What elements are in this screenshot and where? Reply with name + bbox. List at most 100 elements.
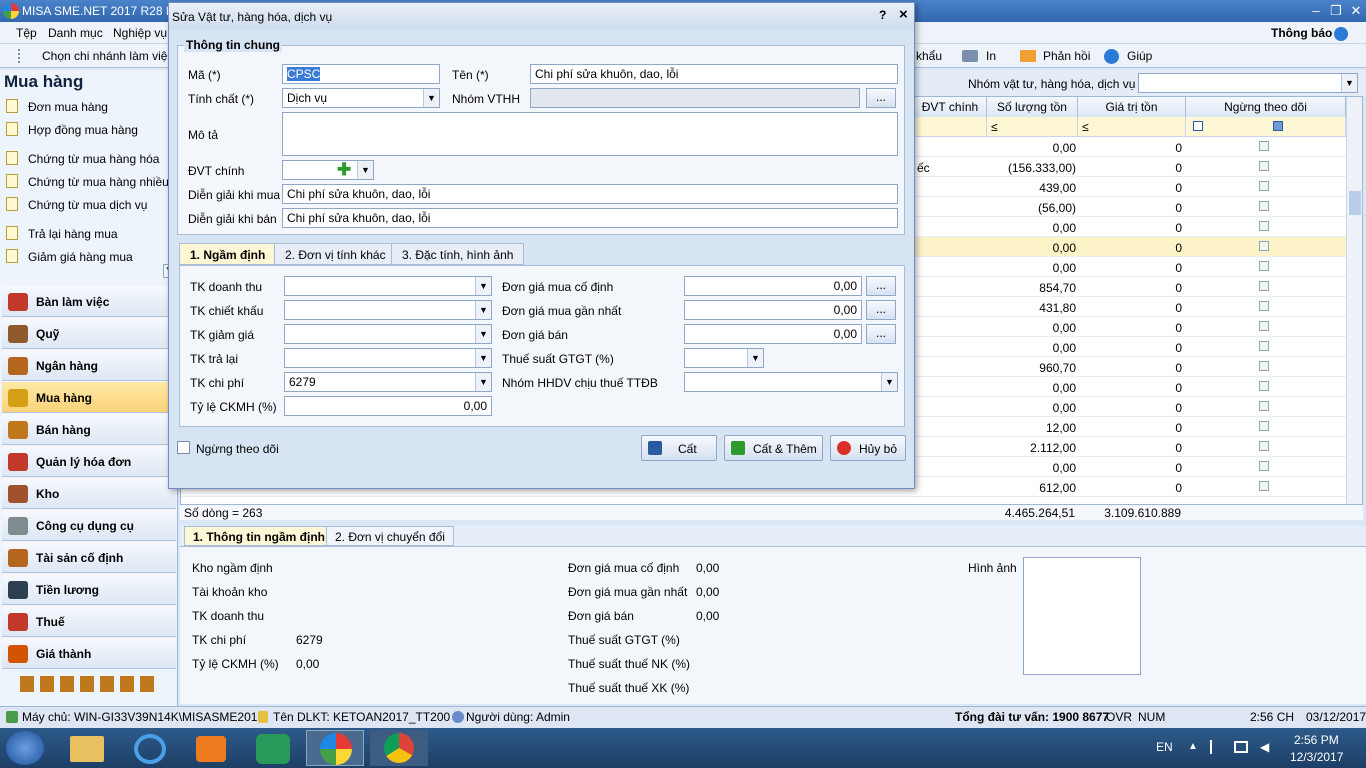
col-header-inactive[interactable]: Ngừng theo dõi [1186, 97, 1346, 117]
language-indicator[interactable]: EN [1156, 740, 1173, 754]
chevron-down-icon[interactable]: ▼ [1341, 74, 1357, 92]
sidebar-item-service-voucher[interactable]: Chứng từ mua dịch vụ [6, 194, 166, 216]
feedback-button[interactable]: Phản hồi [1043, 49, 1090, 63]
module-costing[interactable]: Giá thành [2, 638, 176, 669]
chevron-down-icon[interactable]: ▼ [423, 89, 439, 107]
tab-attributes-images[interactable]: 3. Đặc tính, hình ảnh [391, 243, 525, 265]
help-icon[interactable]: ? [879, 8, 886, 22]
print-button[interactable]: In [986, 49, 996, 63]
reduction-account-select[interactable]: ▼ [284, 324, 492, 344]
code-input[interactable]: CPSC [282, 64, 440, 84]
inactive-checkbox[interactable] [1259, 421, 1269, 431]
stop-tracking-checkbox[interactable] [177, 441, 190, 454]
chevron-down-icon[interactable]: ▼ [357, 161, 373, 179]
module-sales[interactable]: Bán hàng [2, 414, 176, 445]
module-bank[interactable]: Ngân hàng [2, 350, 176, 381]
file-explorer-icon[interactable] [70, 736, 104, 762]
unit-select[interactable]: ✚ ▼ [282, 160, 374, 180]
inactive-checkbox[interactable] [1259, 281, 1269, 291]
chrome-task-button[interactable] [370, 730, 428, 766]
flag-icon[interactable] [1210, 740, 1222, 754]
inactive-checkbox[interactable] [1259, 361, 1269, 371]
module-dashboard[interactable]: Bàn làm việc [2, 286, 176, 317]
fixed-price-input[interactable]: 0,00 [684, 276, 862, 296]
tab-other-units[interactable]: 2. Đơn vị tính khác [274, 243, 397, 265]
media-player-icon[interactable] [196, 736, 226, 762]
restore-icon[interactable]: ❐ [1326, 3, 1346, 19]
add-unit-icon[interactable]: ✚ [337, 161, 351, 178]
chevron-down-icon[interactable]: ▼ [475, 325, 491, 343]
filter-unit[interactable] [914, 117, 987, 137]
return-account-select[interactable]: ▼ [284, 348, 492, 368]
sell-price-input[interactable]: 0,00 [684, 324, 862, 344]
sidebar-item-multi-voucher[interactable]: Chứng từ mua hàng nhiều... [6, 171, 179, 193]
module-cash[interactable]: Quỹ [2, 318, 176, 349]
inactive-checkbox[interactable] [1259, 201, 1269, 211]
inactive-checkbox[interactable] [1259, 381, 1269, 391]
inactive-checkbox[interactable] [1259, 461, 1269, 471]
chevron-down-icon[interactable]: ▼ [475, 277, 491, 295]
inactive-checkbox[interactable] [1259, 141, 1269, 151]
chevron-down-icon[interactable]: ▼ [475, 349, 491, 367]
tab-default-info[interactable]: 1. Thông tin ngầm định [184, 526, 334, 546]
notification-icon[interactable] [1334, 27, 1348, 41]
cancel-button[interactable]: Hủy bỏ [830, 435, 906, 461]
inactive-checkbox[interactable] [1259, 341, 1269, 351]
filter-checkbox[interactable] [1193, 121, 1203, 131]
inactive-checkbox[interactable] [1259, 321, 1269, 331]
last-price-browse-button[interactable]: ... [866, 300, 896, 320]
last-price-input[interactable]: 0,00 [684, 300, 862, 320]
filter-value[interactable]: ≤ [1078, 117, 1186, 137]
module-purchase[interactable]: Mua hàng [2, 382, 176, 413]
save-and-add-button[interactable]: Cất & Thêm [724, 435, 823, 461]
help-button[interactable]: Giúp [1127, 49, 1152, 63]
close-icon[interactable]: × [899, 6, 908, 23]
discount-account-select[interactable]: ▼ [284, 300, 492, 320]
menu-catalog[interactable]: Danh mục [48, 26, 103, 40]
save-button[interactable]: Cất [641, 435, 717, 461]
filter-checkbox[interactable] [1273, 121, 1283, 131]
inactive-checkbox[interactable] [1259, 261, 1269, 271]
scrollbar-thumb[interactable] [1349, 191, 1361, 215]
inactive-checkbox[interactable] [1259, 181, 1269, 191]
inactive-checkbox[interactable] [1259, 401, 1269, 411]
ttdb-group-select[interactable]: ▼ [684, 372, 898, 392]
help-icon[interactable] [1104, 49, 1119, 64]
sidebar-item-goods-voucher[interactable]: Chứng từ mua hàng hóa [6, 148, 166, 170]
grid-scrollbar[interactable] [1346, 97, 1362, 505]
tray-expand-icon[interactable]: ▲ [1188, 741, 1198, 752]
sidebar-item-purchase-discount[interactable]: Giảm giá hàng mua [6, 246, 166, 268]
revenue-account-select[interactable]: ▼ [284, 276, 492, 296]
filter-inactive[interactable] [1186, 117, 1346, 137]
nature-select[interactable]: Dịch vụ ▼ [282, 88, 440, 108]
minimize-icon[interactable]: – [1306, 3, 1326, 19]
sidebar-item-purchase-contract[interactable]: Hợp đồng mua hàng [6, 119, 166, 141]
inactive-checkbox[interactable] [1259, 441, 1269, 451]
network-icon[interactable] [1234, 741, 1248, 753]
sell-desc-input[interactable]: Chi phí sửa khuôn, dao, lỗi [282, 208, 898, 228]
filter-qty[interactable]: ≤ [987, 117, 1078, 137]
module-shortcut-icons[interactable] [20, 676, 160, 692]
sidebar-item-purchase-order[interactable]: Đơn mua hàng [6, 96, 166, 118]
expense-account-select[interactable]: 6279 ▼ [284, 372, 492, 392]
inactive-checkbox[interactable] [1259, 301, 1269, 311]
tab-unit-conversion[interactable]: 2. Đơn vị chuyển đổi [326, 526, 454, 546]
chevron-down-icon[interactable]: ▼ [881, 373, 897, 391]
col-header-value[interactable]: Giá trị tồn [1078, 97, 1186, 117]
clock-time[interactable]: 2:56 PM [1294, 733, 1339, 747]
start-button-icon[interactable] [6, 731, 44, 765]
print-icon[interactable] [962, 50, 978, 62]
clock-date[interactable]: 12/3/2017 [1290, 750, 1343, 764]
inactive-checkbox[interactable] [1259, 241, 1269, 251]
inactive-checkbox[interactable] [1259, 161, 1269, 171]
tab-defaults[interactable]: 1. Ngầm định [179, 243, 277, 265]
buy-desc-input[interactable]: Chi phí sửa khuôn, dao, lỗi [282, 184, 898, 204]
module-salary[interactable]: Tiền lương [2, 574, 176, 605]
module-fixed-assets[interactable]: Tài sản cố định [2, 542, 176, 573]
feedback-icon[interactable] [1020, 50, 1036, 62]
module-invoice[interactable]: Quản lý hóa đơn [2, 446, 176, 477]
toolbar-khau[interactable]: khẩu [916, 49, 942, 63]
ie-icon[interactable] [134, 734, 166, 764]
sidebar-item-purchase-return[interactable]: Trả lại hàng mua [6, 223, 166, 245]
col-header-qty[interactable]: Số lượng tồn [987, 97, 1078, 117]
